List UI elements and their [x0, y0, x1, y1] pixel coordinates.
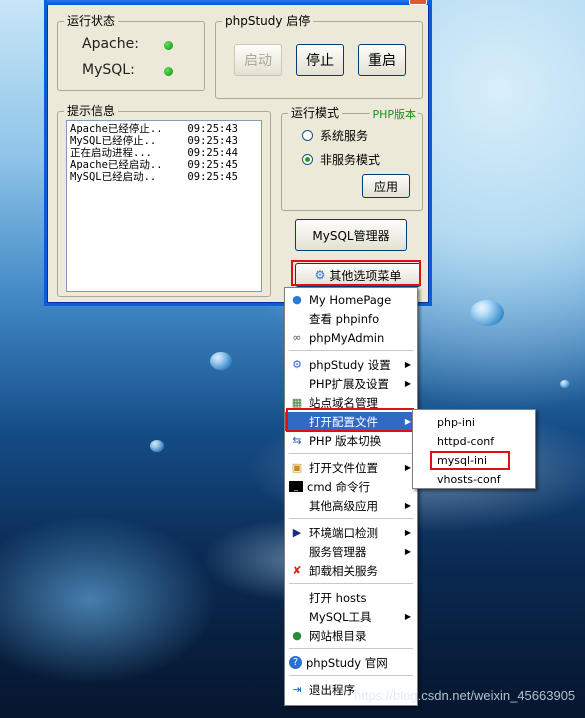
log-line: MySQL已经停止.. 09:25:43 [70, 135, 238, 147]
link-icon: ∞ [292, 331, 302, 344]
menu-item-my-homepage[interactable]: ● My HomePage [285, 290, 417, 309]
log-line: Apache已经停止.. 09:25:43 [70, 123, 238, 135]
menu-item-uninstall-services[interactable]: ✘ 卸载相关服务 [285, 561, 417, 580]
highlight-box-open-config [286, 408, 414, 432]
log-group-label: 提示信息 [64, 104, 119, 118]
help-icon: ? [289, 656, 302, 669]
non-service-radio[interactable] [302, 154, 313, 165]
menu-item-web-root[interactable]: ● 网站根目录 [285, 626, 417, 645]
play-icon: ▶ [292, 526, 302, 539]
apply-button[interactable]: 应用 [362, 174, 410, 198]
menu-item-official-site[interactable]: ? phpStudy 官网 [285, 653, 417, 672]
menu-item-phpinfo[interactable]: 查看 phpinfo [285, 309, 417, 328]
status-group: 运行状态 Apache: MySQL: [57, 14, 205, 91]
menu-item-phpmyadmin[interactable]: ∞ phpMyAdmin [285, 328, 417, 347]
log-line: MySQL已经启动.. 09:25:45 [70, 171, 238, 183]
log-box[interactable]: Apache已经停止.. 09:25:43 MySQL已经停止.. 09:25:43… [66, 120, 262, 292]
water-drop [560, 380, 570, 388]
mysql-status-label: MySQL: [82, 62, 135, 78]
submenu-arrow-icon: ▶ [404, 360, 411, 369]
exit-icon: ⇥ [292, 683, 302, 696]
menu-item-advanced[interactable]: 其他高级应用 ▶ [285, 496, 417, 515]
menu-item-port-check[interactable]: ▶ 环境端口检测 ▶ [285, 523, 417, 542]
context-menu: ● My HomePage 查看 phpinfo ∞ phpMyAdmin ⚙ … [284, 287, 418, 706]
webroot-icon: ● [292, 629, 302, 642]
menu-item-php-extensions[interactable]: PHP扩展及设置 ▶ [285, 374, 417, 393]
submenu-arrow-icon: ▶ [404, 528, 411, 537]
submenu-arrow-icon: ▶ [404, 379, 411, 388]
water-drop [470, 300, 504, 326]
apache-status-icon [164, 41, 173, 50]
apache-status-label: Apache: [82, 36, 139, 52]
uninstall-icon: ✘ [292, 564, 302, 577]
system-service-label[interactable]: 系统服务 [320, 127, 368, 144]
gear-icon: ⚙ [292, 358, 302, 371]
title-bar[interactable] [47, 0, 429, 5]
log-line: 正在启动进程... 09:25:44 [70, 147, 238, 159]
mysql-manager-button[interactable]: MySQL管理器 [295, 219, 407, 251]
menu-item-open-file-location[interactable]: ▣ 打开文件位置 ▶ [285, 458, 417, 477]
stop-button[interactable]: 停止 [296, 44, 344, 76]
menu-item-php-version-switch[interactable]: ⇆ PHP 版本切换 [285, 431, 417, 450]
status-group-label: 运行状态 [64, 14, 119, 28]
folder-icon: ▣ [291, 461, 303, 474]
water-drop [210, 352, 232, 370]
system-service-radio[interactable] [302, 130, 313, 141]
submenu-item-vhosts-conf[interactable]: vhosts-conf [437, 473, 501, 486]
menu-item-open-hosts[interactable]: 打开 hosts [285, 588, 417, 607]
globe-icon: ● [292, 293, 302, 306]
terminal-icon: _ [289, 481, 303, 492]
menu-item-cmd[interactable]: _ cmd 命令行 [285, 477, 417, 496]
highlight-box-other-options [291, 260, 421, 286]
water-drop [150, 440, 164, 452]
submenu-arrow-icon: ▶ [404, 463, 411, 472]
start-button[interactable]: 启动 [234, 44, 282, 76]
php-version-link[interactable]: PHP版本 [370, 106, 418, 122]
close-button[interactable] [409, 0, 427, 5]
submenu-arrow-icon: ▶ [404, 547, 411, 556]
control-group-label: phpStudy 启停 [222, 14, 314, 28]
restart-button[interactable]: 重启 [358, 44, 406, 76]
mode-group: 运行模式 PHP版本 系统服务 非服务模式 应用 [281, 106, 423, 211]
submenu-item-php-ini[interactable]: php-ini [437, 416, 475, 429]
mysql-status-icon [164, 67, 173, 76]
submenu-arrow-icon: ▶ [404, 501, 411, 510]
control-group: phpStudy 启停 启动 停止 重启 [215, 14, 423, 99]
submenu-arrow-icon: ▶ [404, 612, 411, 621]
menu-item-mysql-tools[interactable]: MySQL工具 ▶ [285, 607, 417, 626]
highlight-box-mysql-ini [430, 451, 510, 470]
non-service-label[interactable]: 非服务模式 [320, 151, 380, 168]
watermark: https://blog.csdn.net/weixin_45663905 [354, 688, 576, 703]
log-group: 提示信息 Apache已经停止.. 09:25:43 MySQL已经停止.. 09:… [57, 104, 271, 297]
config-submenu: php-ini httpd-conf mysql-ini vhosts-conf [412, 409, 536, 489]
menu-item-service-manager[interactable]: 服务管理器 ▶ [285, 542, 417, 561]
mode-group-label: 运行模式 [288, 106, 343, 120]
submenu-item-httpd-conf[interactable]: httpd-conf [437, 435, 494, 448]
log-line: Apache已经启动.. 09:25:45 [70, 159, 238, 171]
switch-icon: ⇆ [292, 434, 302, 447]
menu-item-phpstudy-settings[interactable]: ⚙ phpStudy 设置 ▶ [285, 355, 417, 374]
